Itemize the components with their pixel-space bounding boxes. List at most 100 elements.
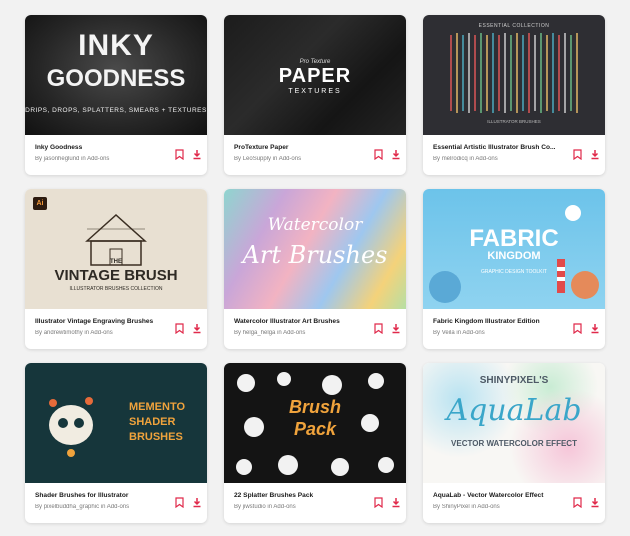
item-author[interactable]: andrewtimothy — [44, 330, 83, 336]
byline-in: in — [84, 330, 90, 336]
item-title[interactable]: Illustrator Vintage Engraving Brushes — [35, 318, 167, 325]
download-button[interactable] — [191, 147, 203, 161]
download-icon — [193, 149, 201, 159]
download-button[interactable] — [390, 495, 402, 509]
download-icon — [392, 323, 400, 333]
download-button[interactable] — [589, 495, 601, 509]
item-category[interactable]: Add-ons — [87, 156, 109, 162]
item-author[interactable]: LeoSupply — [243, 156, 271, 162]
item-category[interactable]: Add-ons — [475, 156, 497, 162]
bookmark-icon — [572, 322, 582, 334]
thumb-line1: SHINYPIXEL'S — [479, 375, 549, 386]
item-thumbnail[interactable]: Pro Texture PAPER TEXTURES — [224, 15, 406, 135]
bookmark-button[interactable] — [372, 495, 384, 509]
item-byline: By LeoSupply in Add-ons — [234, 156, 374, 162]
item-author[interactable]: melrodicq — [442, 156, 468, 162]
item-thumbnail[interactable]: Watercolor Art Brushes — [224, 189, 406, 309]
bookmark-icon — [174, 496, 184, 508]
item-byline: By helga_helga in Add-ons — [234, 330, 374, 336]
thumb-line3: DRIPS, DROPS, SPLATTERS, SMEARS + TEXTUR… — [25, 107, 207, 114]
brush-strokes-artwork — [450, 33, 578, 113]
item-card[interactable]: Brush Pack 22 Splatter Brushes Pack By j… — [224, 363, 406, 523]
bookmark-button[interactable] — [571, 495, 583, 509]
thumb-line2: GOODNESS — [46, 65, 186, 92]
download-icon — [193, 323, 201, 333]
byline-in: in — [277, 330, 282, 336]
thumb-line3: GRAPHIC DESIGN TOOLKIT — [481, 269, 547, 275]
thumb-line1: INKY — [78, 29, 154, 62]
bookmark-button[interactable] — [571, 147, 583, 161]
bookmark-icon — [373, 496, 383, 508]
download-icon — [591, 323, 599, 333]
bookmark-button[interactable] — [173, 321, 185, 335]
item-category[interactable]: Add-ons — [279, 156, 301, 162]
download-button[interactable] — [390, 147, 402, 161]
item-category[interactable]: Add-ons — [462, 330, 484, 336]
download-button[interactable] — [589, 147, 601, 161]
item-byline: By melrodicq in Add-ons — [433, 156, 573, 162]
thumb-line3: VECTOR WATERCOLOR EFFECT — [451, 439, 577, 448]
byline-in: in — [100, 504, 106, 510]
item-thumbnail[interactable]: ESSENTIAL COLLECTION ILLUSTRATOR BRUSHES — [423, 15, 605, 135]
item-thumbnail[interactable]: Brush Pack — [224, 363, 406, 483]
item-card[interactable]: FABRIC KINGDOM GRAPHIC DESIGN TOOLKIT Fa… — [423, 189, 605, 349]
item-author[interactable]: helga_helga — [243, 330, 276, 336]
download-button[interactable] — [191, 495, 203, 509]
item-title[interactable]: ProTexture Paper — [234, 144, 366, 151]
thumb-line1: MEMENTO — [129, 401, 186, 413]
bookmark-icon — [373, 148, 383, 160]
download-button[interactable] — [191, 321, 203, 335]
item-title[interactable]: Essential Artistic Illustrator Brush Co.… — [433, 144, 565, 151]
item-card[interactable]: Ai THE VINTAGE BRUSH ILLUSTRATOR BRUSHES… — [25, 189, 207, 349]
item-author[interactable]: ShinyPixel — [442, 504, 470, 510]
thumb-line3: TEXTURES — [288, 88, 342, 95]
byline-by: By — [35, 330, 43, 336]
byline-in: in — [272, 156, 278, 162]
download-button[interactable] — [589, 321, 601, 335]
byline-by: By — [35, 156, 43, 162]
item-category[interactable]: Add-ons — [477, 504, 499, 510]
item-card[interactable]: INKY GOODNESS DRIPS, DROPS, SPLATTERS, S… — [25, 15, 207, 175]
byline-by: By — [433, 330, 441, 336]
item-author[interactable]: jasonheglund — [44, 156, 80, 162]
item-card[interactable]: Watercolor Art Brushes Watercolor Illust… — [224, 189, 406, 349]
bookmark-icon — [174, 322, 184, 334]
item-author[interactable]: Veila — [442, 330, 455, 336]
item-title[interactable]: Shader Brushes for Illustrator — [35, 492, 167, 499]
download-button[interactable] — [390, 321, 402, 335]
item-byline: By jiwstudio in Add-ons — [234, 504, 374, 510]
item-card[interactable]: SHINYPIXEL'S AquaLab VECTOR WATERCOLOR E… — [423, 363, 605, 523]
bookmark-button[interactable] — [372, 147, 384, 161]
item-title[interactable]: Watercolor Illustrator Art Brushes — [234, 318, 366, 325]
item-title[interactable]: AquaLab - Vector Watercolor Effect — [433, 492, 565, 499]
item-category[interactable]: Add-ons — [107, 504, 129, 510]
item-title[interactable]: Fabric Kingdom Illustrator Edition — [433, 318, 565, 325]
item-author[interactable]: jiwstudio — [243, 504, 266, 510]
download-icon — [591, 497, 599, 507]
bookmark-icon — [572, 496, 582, 508]
item-category[interactable]: Add-ons — [90, 330, 112, 336]
item-title[interactable]: 22 Splatter Brushes Pack — [234, 492, 366, 499]
item-category[interactable]: Add-ons — [283, 330, 305, 336]
item-thumbnail[interactable]: FABRIC KINGDOM GRAPHIC DESIGN TOOLKIT — [423, 189, 605, 309]
item-category[interactable]: Add-ons — [273, 504, 295, 510]
thumb-line2: Pack — [293, 419, 337, 439]
thumb-line1: THE — [110, 259, 122, 265]
item-thumbnail[interactable]: Ai THE VINTAGE BRUSH ILLUSTRATOR BRUSHES… — [25, 189, 207, 309]
item-card[interactable]: MEMENTO SHADER BRUSHES Shader Brushes fo… — [25, 363, 207, 523]
thumb-line2: Art Brushes — [242, 241, 388, 269]
item-thumbnail[interactable]: INKY GOODNESS DRIPS, DROPS, SPLATTERS, S… — [25, 15, 207, 135]
byline-by: By — [234, 504, 242, 510]
item-byline: By Veila in Add-ons — [433, 330, 573, 336]
item-author[interactable]: pixelbuddha_graphic — [44, 504, 99, 510]
bookmark-button[interactable] — [571, 321, 583, 335]
item-thumbnail[interactable]: SHINYPIXEL'S AquaLab VECTOR WATERCOLOR E… — [423, 363, 605, 483]
item-card[interactable]: Pro Texture PAPER TEXTURES ProTexture Pa… — [224, 15, 406, 175]
bookmark-button[interactable] — [372, 321, 384, 335]
bookmark-button[interactable] — [173, 495, 185, 509]
item-title[interactable]: Inky Goodness — [35, 144, 167, 151]
bookmark-button[interactable] — [173, 147, 185, 161]
bookmark-icon — [373, 322, 383, 334]
item-card[interactable]: ESSENTIAL COLLECTION ILLUSTRATOR BRUSHES… — [423, 15, 605, 175]
item-thumbnail[interactable]: MEMENTO SHADER BRUSHES — [25, 363, 207, 483]
